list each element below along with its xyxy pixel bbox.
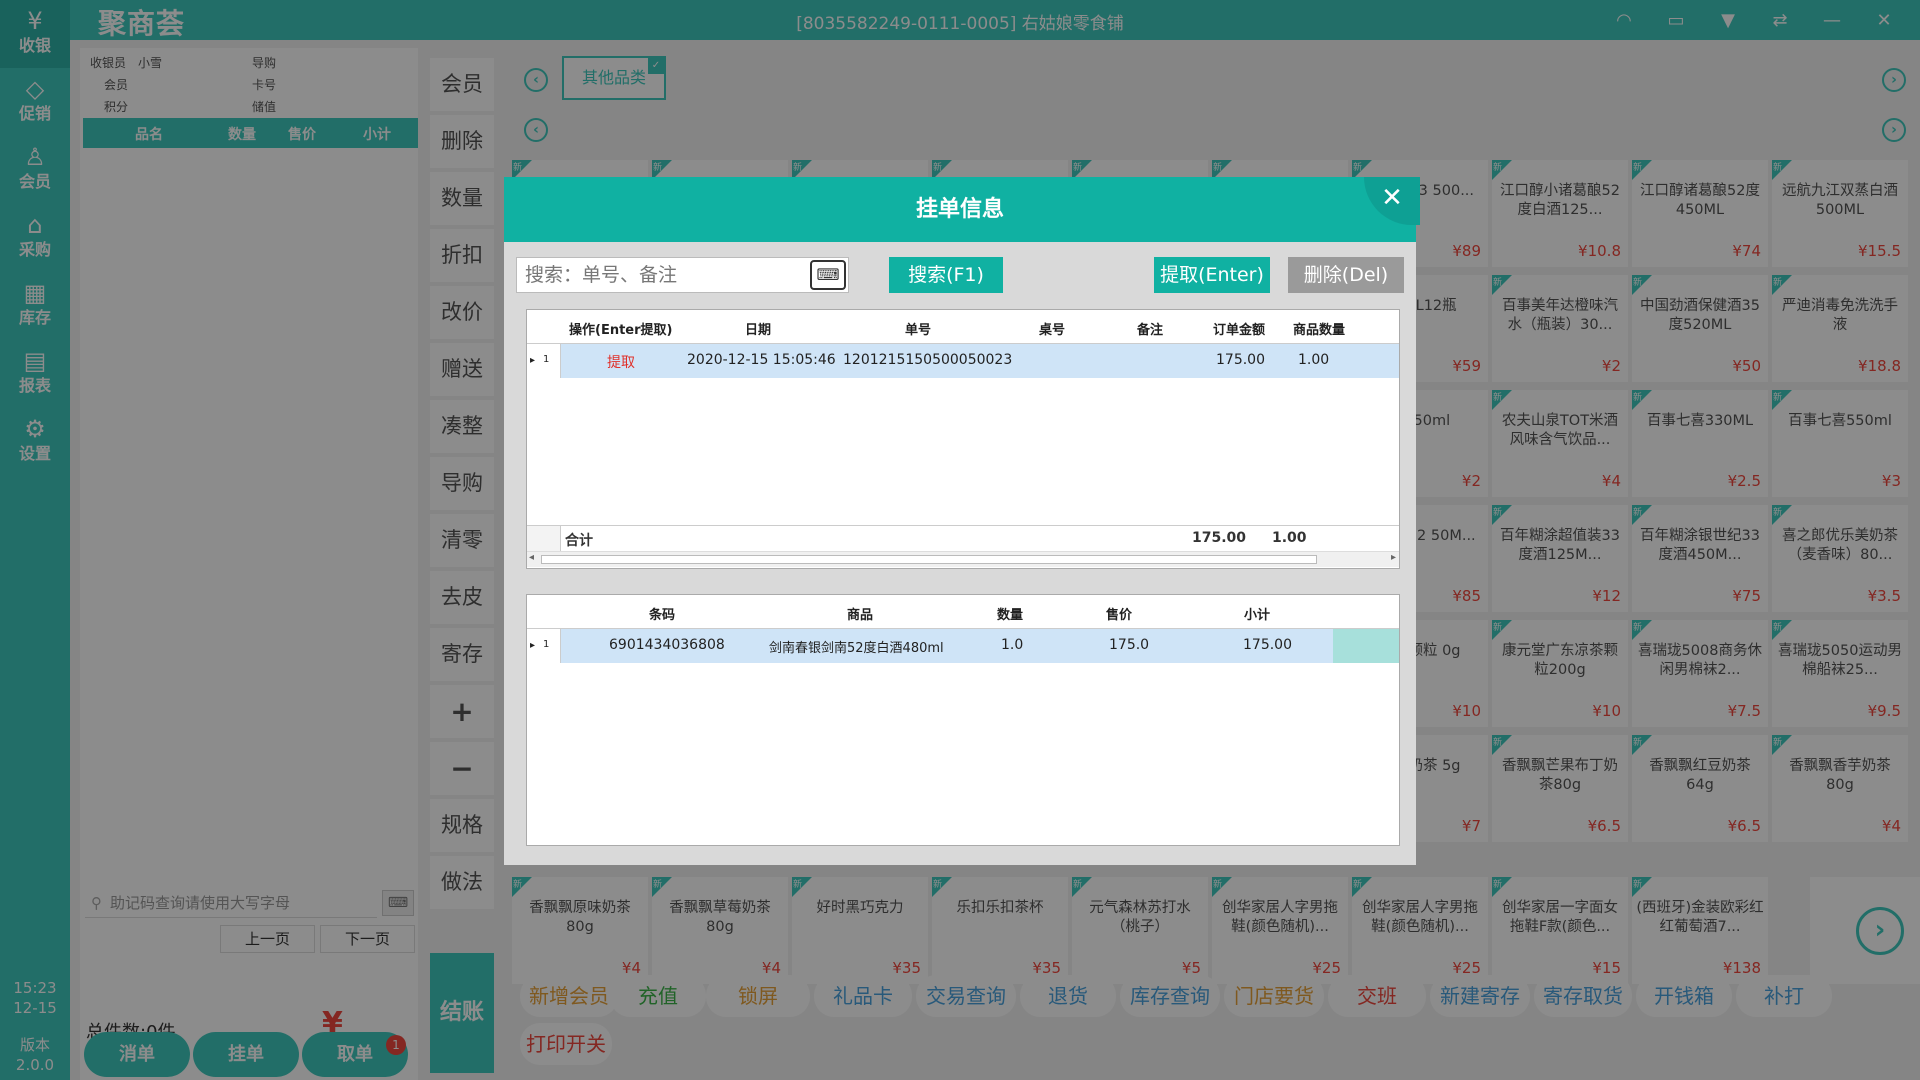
keyboard-icon[interactable]: ⌨ (810, 260, 846, 290)
take-link[interactable]: 提取 (607, 352, 635, 372)
col-price: 售价 (1106, 608, 1133, 623)
orders-header: 操作(Enter提取) 日期 单号 桌号 备注 订单金额 商品数量 (527, 310, 1399, 344)
item-barcode: 6901434036808 (609, 637, 725, 653)
item-qty: 1.0 (1001, 637, 1024, 653)
col-date: 日期 (745, 323, 772, 338)
take-button[interactable]: 提取(Enter) (1154, 257, 1270, 293)
items-header: 条码 商品 数量 售价 小计 (527, 595, 1399, 629)
order-amount: 175.00 (1216, 352, 1265, 368)
search-button[interactable]: 搜索(F1) (889, 257, 1003, 293)
order-date: 2020-12-15 15:05:46 (687, 352, 836, 368)
held-orders-dialog: 挂单信息 ✕ 搜索：单号、备注 ⌨ 搜索(F1) 提取(Enter) 删除(De… (504, 177, 1420, 865)
col-order-no: 单号 (905, 323, 932, 338)
col-qty: 数量 (997, 608, 1024, 623)
total-amount: 175.00 (1192, 530, 1247, 546)
order-number: 1201215150500050023 (843, 352, 1013, 368)
col-barcode: 条码 (649, 608, 676, 623)
orders-total-row: 合计 175.00 1.00 (527, 525, 1399, 551)
item-price: 175.0 (1109, 637, 1150, 653)
item-subtotal: 175.00 (1243, 637, 1292, 653)
delete-button[interactable]: 删除(Del) (1288, 257, 1404, 293)
total-label: 合计 (565, 533, 593, 549)
col-product: 商品 (847, 608, 874, 623)
col-subtotal: 小计 (1244, 608, 1271, 623)
col-amount: 订单金额 (1213, 323, 1266, 338)
horizontal-scrollbar[interactable]: ◂ ▸ (527, 551, 1399, 567)
col-qty: 商品数量 (1293, 323, 1346, 338)
orders-grid: 操作(Enter提取) 日期 单号 桌号 备注 订单金额 商品数量 ▸ 1 提取 … (526, 309, 1400, 569)
table-row[interactable]: ▸ 1 6901434036808 剑南春银剑南52度白酒480ml 1.0 17… (527, 629, 1399, 663)
col-remark: 备注 (1137, 323, 1164, 338)
col-table: 桌号 (1039, 323, 1066, 338)
dialog-title: 挂单信息 (504, 177, 1416, 242)
col-action: 操作(Enter提取) (569, 323, 673, 338)
table-row[interactable]: ▸ 1 提取 2020-12-15 15:05:46 12012151505000… (527, 344, 1399, 378)
order-qty: 1.00 (1298, 352, 1330, 368)
order-search-input[interactable]: 搜索：单号、备注 (516, 257, 849, 293)
items-grid: 条码 商品 数量 售价 小计 ▸ 1 6901434036808 剑南春银剑南52… (526, 594, 1400, 846)
item-name: 剑南春银剑南52度白酒480ml (769, 641, 944, 656)
total-qty: 1.00 (1272, 530, 1307, 546)
row-indicator: ▸ 1 (527, 344, 561, 378)
row-indicator: ▸ 1 (527, 629, 561, 663)
